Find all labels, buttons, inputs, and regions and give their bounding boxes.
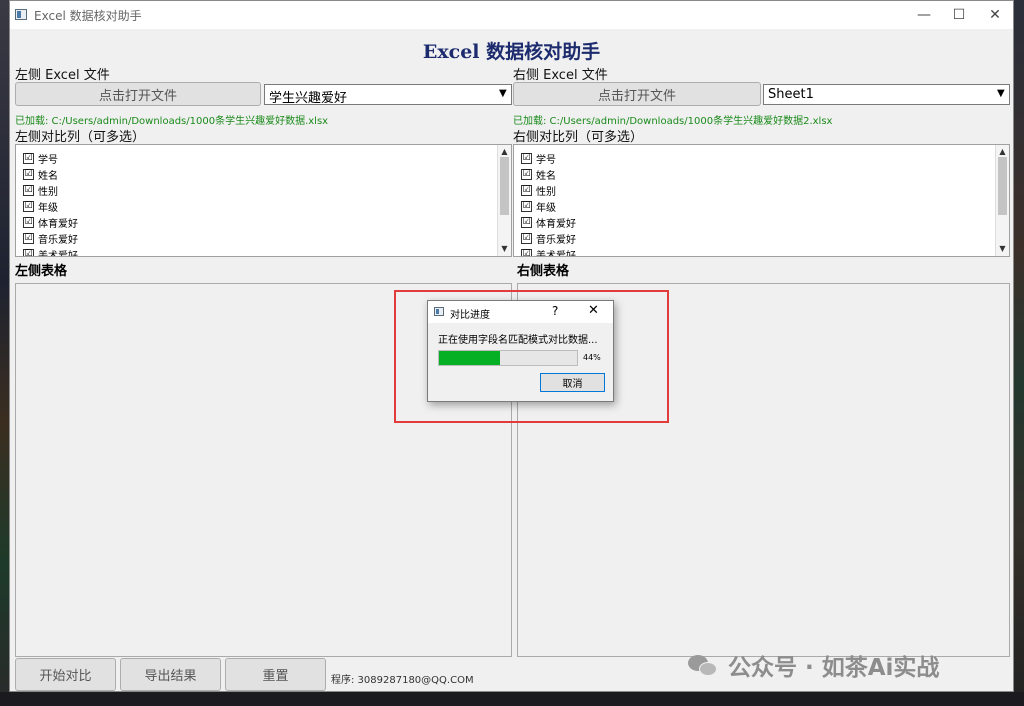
title-bar[interactable]: Excel 数据核对助手 — ☐ ✕ (10, 1, 1013, 29)
column-item[interactable]: ☑ 学号 (16, 150, 511, 166)
start-compare-button[interactable]: 开始对比 (15, 658, 116, 691)
left-table-label: 左侧表格 (15, 264, 68, 279)
checkbox-checked-icon[interactable]: ☑ (23, 216, 34, 228)
scroll-down-icon[interactable]: ▼ (498, 243, 511, 255)
column-item[interactable]: ☑ 性别 (16, 182, 511, 198)
column-item[interactable]: ☑ 年级 (16, 198, 511, 214)
left-loaded-path: 已加载: C:/Users/admin/Downloads/1000条学生兴趣爱… (15, 116, 329, 127)
checkbox-checked-icon[interactable]: ☑ (521, 168, 532, 180)
column-item[interactable]: ☑ 体育爱好 (16, 214, 511, 230)
checkbox-checked-icon[interactable]: ☑ (521, 152, 532, 164)
left-columns-scrollbar[interactable]: ▲ ▼ (497, 145, 511, 256)
column-item-label: 体育爱好 (38, 218, 78, 230)
checkbox-checked-icon[interactable]: ☑ (521, 200, 532, 212)
left-sheet-select[interactable]: 学生兴趣爱好 ▼ (264, 84, 512, 106)
progress-percent: 44% (583, 353, 601, 362)
desktop-taskbar-edge (0, 692, 1024, 706)
right-open-file-button[interactable]: 点击打开文件 (513, 82, 761, 106)
column-item[interactable]: ☑ 美术爱好 (514, 246, 1009, 257)
scroll-thumb[interactable] (500, 157, 509, 215)
checkbox-checked-icon[interactable]: ☑ (23, 184, 34, 196)
column-item-label: 年级 (38, 202, 58, 214)
desktop-right-edge (1014, 0, 1024, 706)
column-item[interactable]: ☑ 音乐爱好 (16, 230, 511, 246)
dialog-app-icon (434, 307, 444, 316)
column-item-label: 性别 (536, 186, 556, 198)
column-item-label: 音乐爱好 (536, 234, 576, 246)
column-item-label: 姓名 (536, 170, 556, 182)
column-item-label: 体育爱好 (536, 218, 576, 230)
column-item-label: 美术爱好 (536, 250, 576, 257)
cancel-button[interactable]: 取消 (540, 373, 605, 392)
column-item-label: 年级 (536, 202, 556, 214)
left-file-label: 左侧 Excel 文件 (15, 68, 110, 83)
dialog-title: 对比进度 (450, 310, 490, 321)
close-button[interactable]: ✕ (975, 1, 1015, 29)
checkbox-checked-icon[interactable]: ☑ (521, 184, 532, 196)
progress-bar (438, 350, 578, 366)
column-item-label: 美术爱好 (38, 250, 78, 257)
dialog-title-bar[interactable]: 对比进度 ? ✕ (428, 301, 613, 323)
scroll-thumb[interactable] (998, 157, 1007, 215)
right-columns-list[interactable]: ☑ 学号 ☑ 姓名 ☑ 性别 ☑ 年级 ☑ 体育爱好 ☑ 音乐爱好 ☑ 美术爱好 ▲ ▼ (513, 144, 1010, 257)
help-button[interactable]: ? (552, 304, 558, 318)
window-title: Excel 数据核对助手 (34, 9, 142, 23)
left-open-file-button[interactable]: 点击打开文件 (15, 82, 261, 106)
right-columns-scrollbar[interactable]: ▲ ▼ (995, 145, 1009, 256)
chevron-down-icon: ▼ (997, 88, 1005, 99)
dialog-close-button[interactable]: ✕ (588, 303, 599, 318)
column-item-label: 学号 (536, 154, 556, 166)
maximize-button[interactable]: ☐ (939, 1, 979, 29)
chevron-down-icon: ▼ (499, 88, 507, 99)
right-loaded-path: 已加载: C:/Users/admin/Downloads/1000条学生兴趣爱… (513, 116, 833, 127)
column-item[interactable]: ☑ 年级 (514, 198, 1009, 214)
watermark-text: 公众号 · 如茶Ai实战 (728, 655, 940, 681)
reset-button[interactable]: 重置 (225, 658, 326, 691)
column-item-label: 性别 (38, 186, 58, 198)
right-file-label: 右侧 Excel 文件 (513, 68, 608, 83)
column-item-label: 姓名 (38, 170, 58, 182)
progress-dialog: 对比进度 ? ✕ 正在使用字段名匹配模式对比数据... 44% 取消 (427, 300, 614, 402)
left-columns-list[interactable]: ☑ 学号 ☑ 姓名 ☑ 性别 ☑ 年级 ☑ 体育爱好 ☑ 音乐爱好 ☑ 美术爱好 ▲ ▼ (15, 144, 512, 257)
author-note: 程序: 3089287180@QQ.COM (331, 675, 474, 686)
right-sheet-select[interactable]: Sheet1 ▼ (763, 84, 1010, 105)
checkbox-checked-icon[interactable]: ☑ (521, 232, 532, 244)
checkbox-checked-icon[interactable]: ☑ (23, 200, 34, 212)
scroll-down-icon[interactable]: ▼ (996, 243, 1009, 255)
checkbox-checked-icon[interactable]: ☑ (521, 216, 532, 228)
export-results-button[interactable]: 导出结果 (120, 658, 221, 691)
wechat-icon (688, 653, 718, 677)
checkbox-checked-icon[interactable]: ☑ (521, 248, 532, 256)
right-table-label: 右侧表格 (517, 264, 570, 279)
checkbox-checked-icon[interactable]: ☑ (23, 232, 34, 244)
left-sheet-value: 学生兴趣爱好 (269, 91, 348, 106)
column-item-label: 学号 (38, 154, 58, 166)
column-item[interactable]: ☑ 性别 (514, 182, 1009, 198)
checkbox-checked-icon[interactable]: ☑ (23, 152, 34, 164)
checkbox-checked-icon[interactable]: ☑ (23, 248, 34, 256)
column-item[interactable]: ☑ 音乐爱好 (514, 230, 1009, 246)
column-item[interactable]: ☑ 美术爱好 (16, 246, 511, 257)
progress-message: 正在使用字段名匹配模式对比数据... (438, 335, 598, 346)
app-icon (15, 9, 27, 20)
left-columns-label: 左侧对比列（可多选） (15, 130, 146, 145)
progress-fill (439, 351, 500, 365)
watermark: 公众号 · 如茶Ai实战 (688, 648, 939, 682)
right-columns-label: 右侧对比列（可多选） (513, 130, 644, 145)
checkbox-checked-icon[interactable]: ☑ (23, 168, 34, 180)
app-heading: Excel 数据核对助手 (422, 41, 601, 63)
right-sheet-value: Sheet1 (768, 87, 814, 102)
column-item-label: 音乐爱好 (38, 234, 78, 246)
column-item[interactable]: ☑ 学号 (514, 150, 1009, 166)
column-item[interactable]: ☑ 体育爱好 (514, 214, 1009, 230)
column-item[interactable]: ☑ 姓名 (514, 166, 1009, 182)
column-item[interactable]: ☑ 姓名 (16, 166, 511, 182)
minimize-button[interactable]: — (904, 1, 944, 29)
